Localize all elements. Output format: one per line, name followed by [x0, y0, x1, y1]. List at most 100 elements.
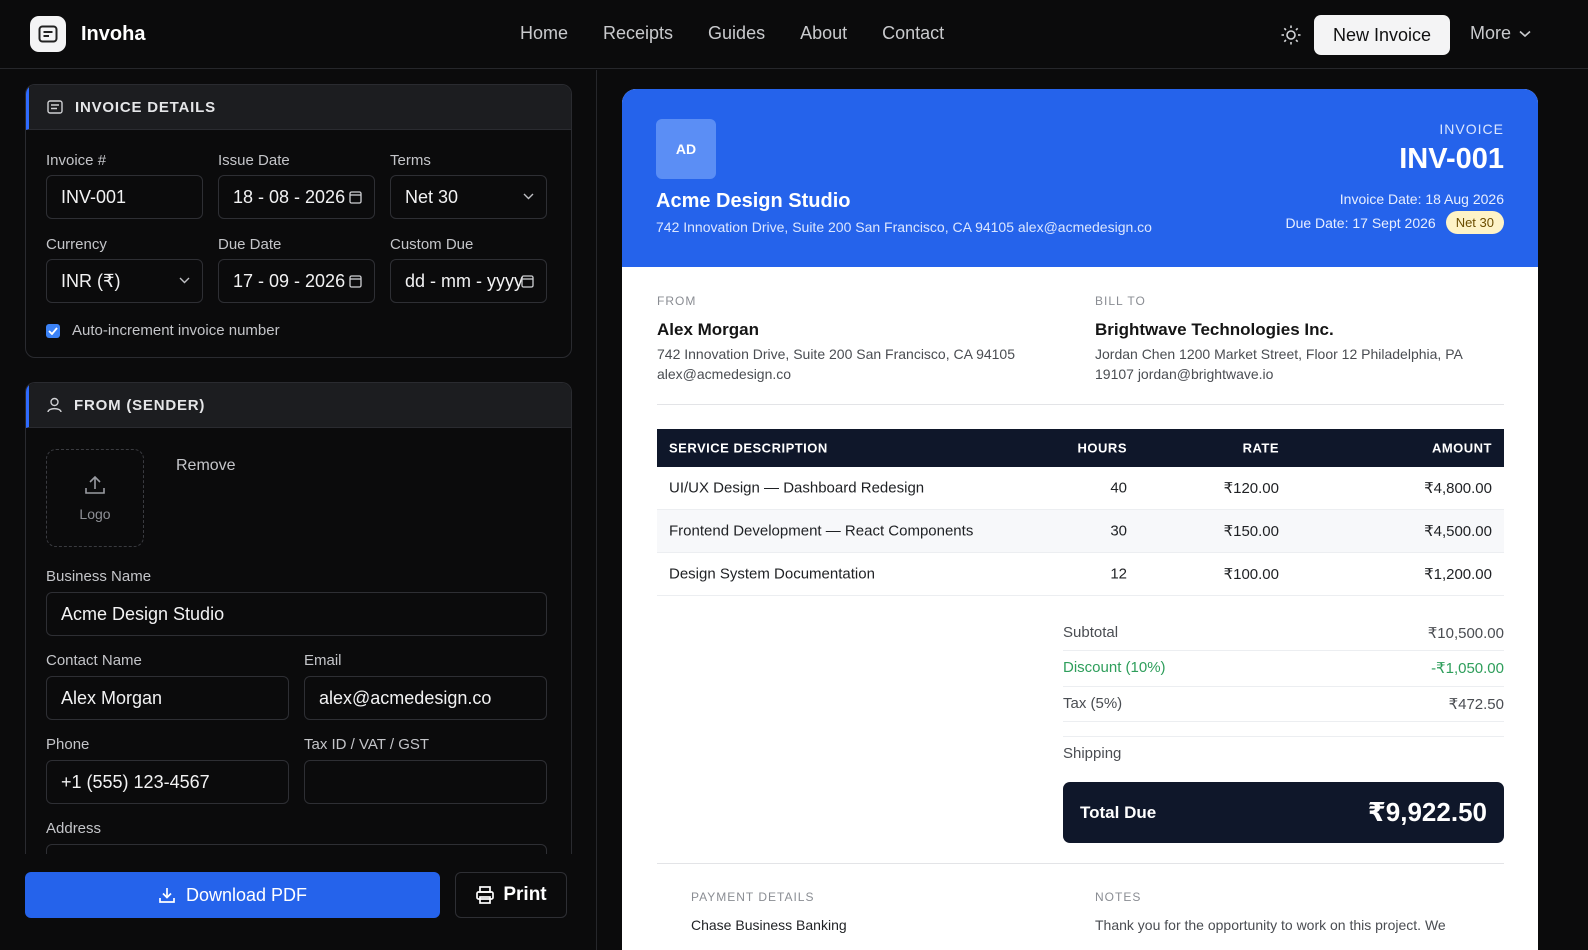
- phone-label: Phone: [46, 736, 90, 753]
- user-icon: [47, 397, 62, 413]
- brand[interactable]: Invoha: [30, 16, 145, 52]
- discount-value: -₹1,050.00: [1431, 660, 1504, 677]
- currency-select[interactable]: INR (₹): [46, 259, 203, 303]
- bill-to-address-line-2: 19107 jordan@brightwave.io: [1095, 366, 1274, 382]
- calendar-icon[interactable]: [521, 274, 534, 288]
- preview-business-address: 742 Innovation Drive, Suite 200 San Fran…: [656, 219, 1152, 235]
- item-rate: ₹100.00: [1223, 566, 1279, 583]
- auto-increment-row[interactable]: Auto-increment invoice number: [46, 322, 280, 339]
- total-due-box: Total Due ₹9,922.50: [1063, 782, 1504, 843]
- invoice-no-value: INV-001: [61, 186, 127, 207]
- nav-receipts[interactable]: Receipts: [603, 23, 673, 44]
- item-rate: ₹120.00: [1223, 480, 1279, 497]
- custom-due-input[interactable]: dd - mm - yyyy: [390, 259, 547, 303]
- table-row: Frontend Development — React Components …: [657, 510, 1504, 553]
- bill-to-address: Jordan Chen 1200 Market Street, Floor 12…: [1095, 344, 1463, 384]
- discount-label: Discount (10%): [1063, 659, 1166, 676]
- nav-contact[interactable]: Contact: [882, 23, 944, 44]
- item-amount: ₹1,200.00: [1424, 566, 1492, 583]
- business-name-input[interactable]: Acme Design Studio: [46, 592, 547, 636]
- auto-increment-checkbox[interactable]: [46, 323, 60, 338]
- upload-icon: [85, 475, 105, 494]
- terms-value: Net 30: [405, 186, 459, 207]
- calendar-icon[interactable]: [349, 190, 362, 204]
- invoice-doc-icon: [30, 16, 66, 52]
- divider: [1063, 650, 1504, 651]
- total-due-value: ₹9,922.50: [1367, 797, 1487, 827]
- col-amount: AMOUNT: [1431, 440, 1492, 456]
- col-hours: HOURS: [1077, 440, 1127, 456]
- tax-id-input[interactable]: [304, 760, 547, 804]
- col-description: SERVICE DESCRIPTION: [669, 440, 828, 456]
- divider: [657, 404, 1504, 405]
- preview-business-name: Acme Design Studio: [656, 190, 851, 212]
- top-navbar: Invoha Home Receipts Guides About Contac…: [0, 0, 1588, 69]
- contact-name-value: Alex Morgan: [61, 687, 163, 708]
- avatar: AD: [656, 119, 716, 179]
- invoice-no-input[interactable]: INV-001: [46, 175, 203, 219]
- download-icon: [159, 888, 175, 903]
- from-label: FROM: [657, 294, 697, 308]
- due-date-row: Due Date: 17 Sept 2026 Net 30: [1285, 211, 1504, 234]
- nav-home[interactable]: Home: [520, 23, 568, 44]
- divider: [1063, 721, 1504, 722]
- due-date-value: 17 - 09 - 2026: [233, 270, 346, 291]
- currency-value: INR (₹): [61, 270, 121, 291]
- download-pdf-button[interactable]: Download PDF: [25, 872, 440, 918]
- email-value: alex@acmedesign.co: [319, 687, 492, 708]
- issue-date-label: Issue Date: [218, 152, 290, 169]
- item-hours: 30: [1110, 522, 1127, 540]
- nav-about[interactable]: About: [800, 23, 847, 44]
- divider: [1063, 686, 1504, 687]
- col-rate: RATE: [1242, 440, 1279, 456]
- invoice-date: Invoice Date: 18 Aug 2026: [1339, 191, 1504, 207]
- divider: [1063, 736, 1504, 737]
- print-label: Print: [503, 884, 547, 905]
- more-label: More: [1470, 23, 1512, 43]
- editor-panel: INVOICE DETAILS Invoice # Issue Date Ter…: [0, 70, 597, 950]
- chevron-down-icon: [523, 193, 534, 200]
- from-address-line-2: alex@acmedesign.co: [657, 366, 792, 382]
- invoice-header: AD Acme Design Studio 742 Innovation Dri…: [622, 89, 1538, 267]
- subtotal-label: Subtotal: [1063, 624, 1119, 641]
- item-amount: ₹4,800.00: [1424, 480, 1492, 497]
- subtotal-row: Subtotal ₹10,500.00: [1063, 624, 1504, 642]
- business-name-value: Acme Design Studio: [61, 603, 225, 624]
- new-invoice-button[interactable]: New Invoice: [1314, 15, 1450, 55]
- sender-title: FROM (SENDER): [74, 396, 206, 414]
- nav-guides[interactable]: Guides: [708, 23, 765, 44]
- due-date-input[interactable]: 17 - 09 - 2026: [218, 259, 375, 303]
- payment-details-label: PAYMENT DETAILS: [691, 890, 815, 904]
- sender-header: FROM (SENDER): [26, 383, 571, 428]
- from-name: Alex Morgan: [657, 320, 760, 339]
- phone-input[interactable]: +1 (555) 123-4567: [46, 760, 289, 804]
- contact-name-label: Contact Name: [46, 652, 142, 669]
- total-due-label: Total Due: [1080, 802, 1157, 822]
- more-menu[interactable]: More: [1470, 23, 1531, 44]
- notes-text: Thank you for the opportunity to work on…: [1095, 917, 1446, 933]
- tax-row: Tax (5%) ₹472.50: [1063, 695, 1504, 713]
- remove-logo-button[interactable]: Remove: [176, 457, 236, 475]
- email-field[interactable]: alex@acmedesign.co: [304, 676, 547, 720]
- printer-icon: [476, 886, 495, 904]
- logo-upload[interactable]: Logo: [46, 449, 144, 547]
- calendar-icon[interactable]: [349, 274, 362, 288]
- terms-select[interactable]: Net 30: [390, 175, 547, 219]
- contact-name-input[interactable]: Alex Morgan: [46, 676, 289, 720]
- table-row: Design System Documentation 12 ₹100.00 ₹…: [657, 553, 1504, 596]
- tax-value: ₹472.50: [1448, 696, 1504, 713]
- custom-due-label: Custom Due: [390, 236, 474, 253]
- item-rate: ₹150.00: [1223, 523, 1279, 540]
- table-row: UI/UX Design — Dashboard Redesign 40 ₹12…: [657, 467, 1504, 510]
- from-address-line-1: 742 Innovation Drive, Suite 200 San Fran…: [657, 346, 1015, 362]
- issue-date-input[interactable]: 18 - 08 - 2026: [218, 175, 375, 219]
- sun-icon[interactable]: [1280, 24, 1302, 46]
- issue-date-value: 18 - 08 - 2026: [233, 186, 346, 207]
- chevron-down-icon: [1519, 30, 1531, 37]
- due-date-label: Due Date: [218, 236, 282, 253]
- preview-due-date: Due Date: 17 Sept 2026: [1285, 214, 1436, 231]
- tax-label: Tax (5%): [1063, 695, 1123, 712]
- subtotal-value: ₹10,500.00: [1427, 625, 1504, 642]
- print-button[interactable]: Print: [455, 872, 567, 918]
- item-description: Design System Documentation: [669, 565, 875, 583]
